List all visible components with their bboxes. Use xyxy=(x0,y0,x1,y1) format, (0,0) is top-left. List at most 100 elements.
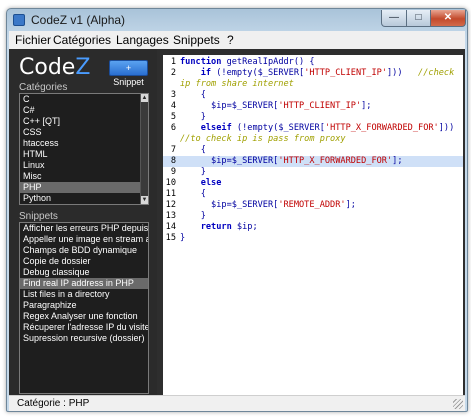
code-text: elseif (!empty($_SERVER['HTTP_X_FORWARDE… xyxy=(200,123,455,133)
line-number: 7 xyxy=(170,145,176,155)
snippet-item[interactable]: Find real IP address in PHP xyxy=(20,278,148,289)
category-item[interactable]: PHP xyxy=(20,182,148,193)
category-item[interactable]: Misc xyxy=(20,171,148,182)
code-line[interactable]: 7 { xyxy=(163,145,463,156)
close-button[interactable]: ✕ xyxy=(430,10,466,27)
snippet-item[interactable]: Récuperer l'adresse IP du visiteur xyxy=(20,322,148,333)
code-text: } xyxy=(180,167,206,177)
code-text: return $ip; xyxy=(200,222,258,232)
code-text: } xyxy=(180,233,186,243)
title-bar[interactable]: CodeZ v1 (Alpha) — □ ✕ xyxy=(7,9,467,31)
category-item[interactable]: Linux xyxy=(20,160,148,171)
snippet-item[interactable]: List files in a directory xyxy=(20,289,148,300)
snippet-item[interactable]: Copie de dossier xyxy=(20,256,148,267)
code-line[interactable]: 3 { xyxy=(163,90,463,101)
client-area: CodeZ + Snippet Catégories C C# C++ [QT] CS… xyxy=(9,49,465,395)
snippet-item[interactable]: Champs de BDD dynamique xyxy=(20,245,148,256)
code-line[interactable]: 13 } xyxy=(163,211,463,222)
code-line[interactable]: 8 $ip=$_SERVER['HTTP_X_FORWARDED_FOR']; xyxy=(163,156,463,167)
line-number: 14 xyxy=(165,222,176,232)
menu-fichier[interactable]: Fichier xyxy=(15,33,51,47)
line-number: 12 xyxy=(165,200,176,210)
line-number: 13 xyxy=(165,211,176,221)
category-item[interactable]: htaccess xyxy=(20,138,148,149)
category-item[interactable]: CSS xyxy=(20,127,148,138)
categories-scrollbar[interactable]: ▲ ▼ xyxy=(140,94,148,204)
logo-prefix: Code xyxy=(19,55,76,80)
line-number: 8 xyxy=(170,156,176,166)
code-line[interactable]: ip from share internet xyxy=(163,79,463,90)
snippet-item[interactable]: Afficher les erreurs PHP depuis le c... xyxy=(20,223,148,234)
code-text: ip from share internet xyxy=(180,79,294,89)
code-text: { xyxy=(180,189,206,199)
line-number: 15 xyxy=(165,233,176,243)
snippet-item[interactable]: Supression recursive (dossier) xyxy=(20,333,148,344)
add-snippet-button[interactable]: + Snippet xyxy=(109,60,148,87)
code-line[interactable]: 14 return $ip; xyxy=(163,222,463,233)
menu-snippets[interactable]: Snippets xyxy=(173,33,220,47)
code-line[interactable]: 9 } xyxy=(163,167,463,178)
code-line[interactable]: 5 } xyxy=(163,112,463,123)
snippets-list[interactable]: Afficher les erreurs PHP depuis le c...A… xyxy=(19,222,149,394)
line-number: 10 xyxy=(165,178,176,188)
category-item[interactable]: HTML xyxy=(20,149,148,160)
code-text: function getRealIpAddr() { xyxy=(180,57,315,67)
snippet-item[interactable]: Paragraphize xyxy=(20,300,148,311)
code-text: else xyxy=(200,178,222,188)
category-item[interactable]: Python xyxy=(20,193,148,204)
menu-bar: Fichier Catégories Langages Snippets ? xyxy=(9,31,465,49)
line-number: 9 xyxy=(170,167,176,177)
snippet-item[interactable]: Debug classique xyxy=(20,267,148,278)
code-text: $ip=$_SERVER['HTTP_CLIENT_IP']; xyxy=(180,101,372,111)
resize-grip-icon[interactable] xyxy=(453,399,463,409)
sidebar: CodeZ + Snippet Catégories C C# C++ [QT] CS… xyxy=(9,49,157,395)
code-line[interactable]: 1 function getRealIpAddr() { xyxy=(163,57,463,68)
window-title: CodeZ v1 (Alpha) xyxy=(31,13,126,27)
code-text: } xyxy=(180,211,206,221)
code-text: $ip=$_SERVER['HTTP_X_FORWARDED_FOR']; xyxy=(180,156,403,166)
categories-list[interactable]: C C# C++ [QT] CSS htaccess HTML Linux Misc PHP Py… xyxy=(19,93,149,205)
code-line[interactable]: 6 elseif (!empty($_SERVER['HTTP_X_FORWAR… xyxy=(163,123,463,134)
code-text: } xyxy=(180,112,206,122)
logo-suffix: Z xyxy=(75,55,91,80)
line-number: 3 xyxy=(170,90,176,100)
scroll-down-icon[interactable]: ▼ xyxy=(141,196,148,204)
line-number: 6 xyxy=(170,123,176,133)
status-text: Catégorie : PHP xyxy=(17,398,90,409)
code-line[interactable]: 15} xyxy=(163,233,463,244)
code-text: if (!empty($_SERVER['HTTP_CLIENT_IP'])) … xyxy=(200,68,455,78)
menu-help[interactable]: ? xyxy=(227,33,234,47)
snippet-item[interactable]: Appeller une image en stream au l... xyxy=(20,234,148,245)
app-window: CodeZ v1 (Alpha) — □ ✕ Fichier Catégorie… xyxy=(6,8,468,412)
menu-categories[interactable]: Catégories xyxy=(53,33,111,47)
code-line[interactable]: 12 $ip=$_SERVER['REMOTE_ADDR']; xyxy=(163,200,463,211)
scroll-up-icon[interactable]: ▲ xyxy=(141,94,148,102)
code-text: //to check ip is pass from proxy xyxy=(180,134,346,144)
code-text: { xyxy=(180,145,206,155)
line-number: 11 xyxy=(165,189,176,199)
category-item[interactable]: C# xyxy=(20,105,148,116)
app-logo: CodeZ xyxy=(19,55,90,80)
snippets-label: Snippets xyxy=(19,211,58,222)
maximize-button[interactable]: □ xyxy=(406,10,431,27)
code-editor[interactable]: 1 function getRealIpAddr() {2 if (!empty(… xyxy=(163,55,463,395)
line-number: 1 xyxy=(170,57,176,67)
code-line[interactable]: 11 { xyxy=(163,189,463,200)
menu-langages[interactable]: Langages xyxy=(116,33,169,47)
app-icon xyxy=(13,14,25,26)
code-line[interactable]: 2 if (!empty($_SERVER['HTTP_CLIENT_IP'])… xyxy=(163,68,463,79)
line-number: 5 xyxy=(170,112,176,122)
categories-label: Catégories xyxy=(19,82,68,93)
code-line[interactable]: //to check ip is pass from proxy xyxy=(163,134,463,145)
code-text: { xyxy=(180,90,206,100)
code-line[interactable]: 4 $ip=$_SERVER['HTTP_CLIENT_IP']; xyxy=(163,101,463,112)
category-item[interactable]: C++ [QT] xyxy=(20,116,148,127)
minimize-button[interactable]: — xyxy=(381,10,407,27)
code-text: $ip=$_SERVER['REMOTE_ADDR']; xyxy=(180,200,356,210)
snippet-item[interactable]: Regex Analyser une fonction xyxy=(20,311,148,322)
status-bar: Catégorie : PHP xyxy=(9,395,465,411)
line-number: 4 xyxy=(170,101,176,111)
category-item[interactable]: C xyxy=(20,94,148,105)
code-line[interactable]: 10 else xyxy=(163,178,463,189)
line-number: 2 xyxy=(170,68,176,78)
